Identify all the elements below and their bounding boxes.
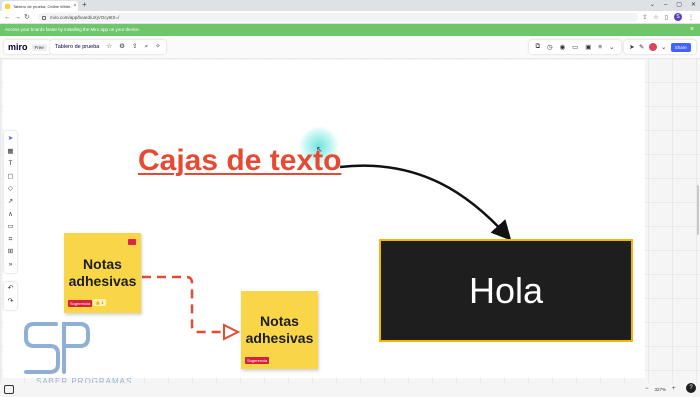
minimize-button[interactable]: – — [664, 0, 667, 10]
star-icon[interactable]: ☆ — [106, 40, 112, 54]
tab-close-icon[interactable]: × — [72, 3, 78, 9]
share-toolbar: ➤ ✎ ⌄ Share — [624, 40, 696, 54]
miro-logo[interactable]: miro — [8, 42, 28, 52]
reload-icon[interactable]: ↻ — [24, 12, 30, 23]
sidebar-icon[interactable]: ▯ — [665, 14, 668, 21]
comment-badge-icon[interactable] — [128, 239, 136, 245]
pen-icon[interactable]: ∧ — [4, 209, 17, 222]
cursor-follow-icon[interactable]: ➤ — [629, 43, 634, 51]
reaction-badge[interactable]: 👍 1 — [93, 299, 106, 306]
lock-icon — [42, 15, 46, 20]
frame-tool-icon[interactable]: ⌗ — [4, 234, 17, 247]
collaboration-toolbar: ⧉ ◷ ◉ ▭ ▣ ≡ ⌄ — [529, 40, 621, 54]
connection-line-icon[interactable]: ↗ — [4, 196, 17, 209]
search-icon[interactable]: ⌕ — [144, 40, 148, 54]
upload-icon[interactable]: ⊞ — [4, 246, 17, 259]
more-apps-icon[interactable]: » — [4, 259, 17, 272]
export-upload-icon[interactable]: ⇧ — [132, 40, 137, 54]
window-controls: ⌄ – ▢ ✕ — [650, 0, 696, 10]
user-avatar[interactable] — [648, 43, 657, 51]
vertical-scrollbar[interactable] — [697, 185, 699, 235]
share-page-icon[interactable]: ⇪ — [642, 14, 647, 21]
zoom-out-button[interactable]: − — [645, 384, 649, 395]
reactions-icon[interactable]: ✎ — [639, 43, 644, 51]
close-window-button[interactable]: ✕ — [691, 0, 696, 10]
banner-close-icon[interactable]: × — [690, 25, 694, 35]
sticky-note-icon[interactable]: ▢ — [4, 171, 17, 184]
bookmark-star-icon[interactable]: ☆ — [653, 14, 658, 21]
browser-actions: ⇪ ☆ ▯ S ⋮ — [642, 13, 694, 21]
sticky-note[interactable]: Notas adhesivas Sugerencia — [241, 291, 318, 369]
maximize-button[interactable]: ▢ — [676, 0, 682, 10]
select-cursor-icon[interactable]: ➤ — [4, 133, 17, 146]
settings-gear-icon[interactable]: ⚙ — [119, 40, 125, 54]
tab-title: Tablero de prueba, Online White... — [13, 3, 72, 9]
apps-icon[interactable]: ⧉ — [535, 43, 540, 51]
video-icon[interactable]: ▭ — [572, 43, 578, 51]
undo-redo-panel: ↶ ↷ — [4, 282, 17, 310]
notes-list-icon[interactable]: ≡ — [598, 44, 602, 51]
forward-arrow-icon[interactable]: → — [14, 12, 21, 23]
zoom-controls: − 327% + — [645, 384, 676, 395]
bottom-bar: − 327% + — [0, 383, 700, 397]
back-arrow-icon[interactable]: ← — [4, 12, 11, 23]
saber-programas-logo — [24, 322, 90, 374]
browser-tab-bar: Tablero de prueba, Online White... × + ⌄… — [0, 0, 700, 11]
timer-icon[interactable]: ◷ — [547, 43, 553, 51]
new-tab-button[interactable]: + — [82, 0, 87, 10]
voting-icon[interactable]: ◉ — [560, 43, 566, 51]
undo-icon[interactable]: ↶ — [8, 282, 14, 295]
present-icon[interactable]: ▣ — [585, 43, 591, 51]
plan-badge[interactable]: Free — [31, 43, 47, 51]
shape-text: Hola — [468, 269, 544, 311]
rectangle-shape[interactable]: Hola — [379, 239, 633, 342]
templates-icon[interactable]: ▦ — [4, 146, 17, 159]
miro-header: miro Free Tablero de prueba ☆ ⚙ ⇧ ⌕ ✧ ⧉ … — [0, 36, 700, 58]
miro-favicon-icon — [5, 3, 10, 9]
tab-search-icon[interactable]: ⌄ — [650, 0, 655, 10]
sticky-tag[interactable]: Sugerencia — [245, 357, 270, 364]
help-button[interactable]: ? — [686, 383, 696, 393]
install-app-banner: Access your boards faster by installing … — [0, 24, 700, 36]
url-input[interactable]: miro.com/app/board/uXjVOcy6tX=/ — [38, 13, 638, 22]
share-button[interactable]: Share — [670, 42, 691, 52]
creation-toolbar: ➤ ▦ T ▢ ◇ ↗ ∧ ▭ ⌗ ⊞ » — [4, 131, 17, 273]
logo-panel: miro Free — [4, 40, 51, 54]
address-bar-row: ← → ↻ miro.com/app/board/uXjVOcy6tX=/ ⇪ … — [0, 11, 700, 24]
browser-tab[interactable]: Tablero de prueba, Online White... × — [2, 1, 78, 11]
magic-wand-icon[interactable]: ✧ — [155, 40, 160, 54]
heading-text-box[interactable]: Cajas de texto — [138, 144, 341, 178]
zoom-in-button[interactable]: + — [672, 384, 676, 395]
board-name[interactable]: Tablero de prueba — [55, 44, 99, 50]
url-text: miro.com/app/board/uXjVOcy6tX=/ — [50, 15, 120, 20]
text-tool-icon[interactable]: T — [4, 158, 17, 171]
more-options-icon[interactable]: ⌄ — [609, 43, 614, 51]
invite-dropdown-icon[interactable]: ⌄ — [661, 43, 666, 51]
redo-icon[interactable]: ↷ — [8, 295, 14, 308]
sticky-tag[interactable]: Sugerencia — [68, 300, 93, 307]
profile-avatar[interactable]: S — [674, 13, 682, 21]
comment-icon[interactable]: ▭ — [4, 221, 17, 234]
board-panel-toggle-icon[interactable] — [4, 385, 14, 394]
zoom-level[interactable]: 327% — [655, 384, 667, 395]
shapes-icon[interactable]: ◇ — [4, 183, 17, 196]
board-title-panel: Tablero de prueba ☆ ⚙ ⇧ ⌕ ✧ — [50, 40, 166, 54]
sticky-note-text: Notas adhesivas — [68, 256, 137, 289]
banner-text[interactable]: Access your boards faster by installing … — [5, 27, 140, 32]
browser-menu-icon[interactable]: ⋮ — [688, 14, 694, 21]
sticky-note[interactable]: Notas adhesivas Sugerencia 👍 1 — [64, 233, 141, 313]
sticky-note-text: Notas adhesivas — [245, 313, 314, 346]
